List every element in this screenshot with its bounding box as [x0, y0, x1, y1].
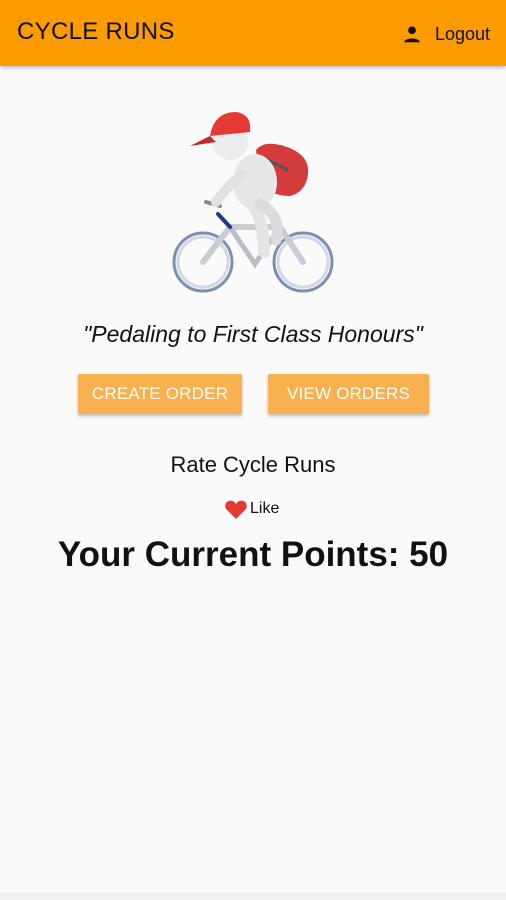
like-button[interactable]: Like	[224, 497, 279, 521]
create-order-button[interactable]: CREATE ORDER	[78, 374, 242, 414]
tagline: "Pedaling to First Class Honours"	[83, 321, 423, 347]
app-title: CYCLE RUNS	[17, 18, 175, 45]
bottom-divider	[0, 893, 506, 900]
like-label: Like	[250, 500, 280, 517]
cyclist-illustration	[160, 92, 346, 302]
view-orders-button[interactable]: VIEW ORDERS	[268, 374, 429, 414]
current-points: Your Current Points: 50	[57, 535, 449, 574]
logout-button[interactable]: Logout	[401, 20, 490, 48]
person-icon	[401, 23, 423, 45]
app-bar: CYCLE RUNS Logout	[0, 0, 506, 66]
logout-label: Logout	[434, 23, 490, 44]
heart-icon	[224, 498, 248, 520]
rate-cycle-runs-label: Rate Cycle Runs	[170, 452, 336, 477]
